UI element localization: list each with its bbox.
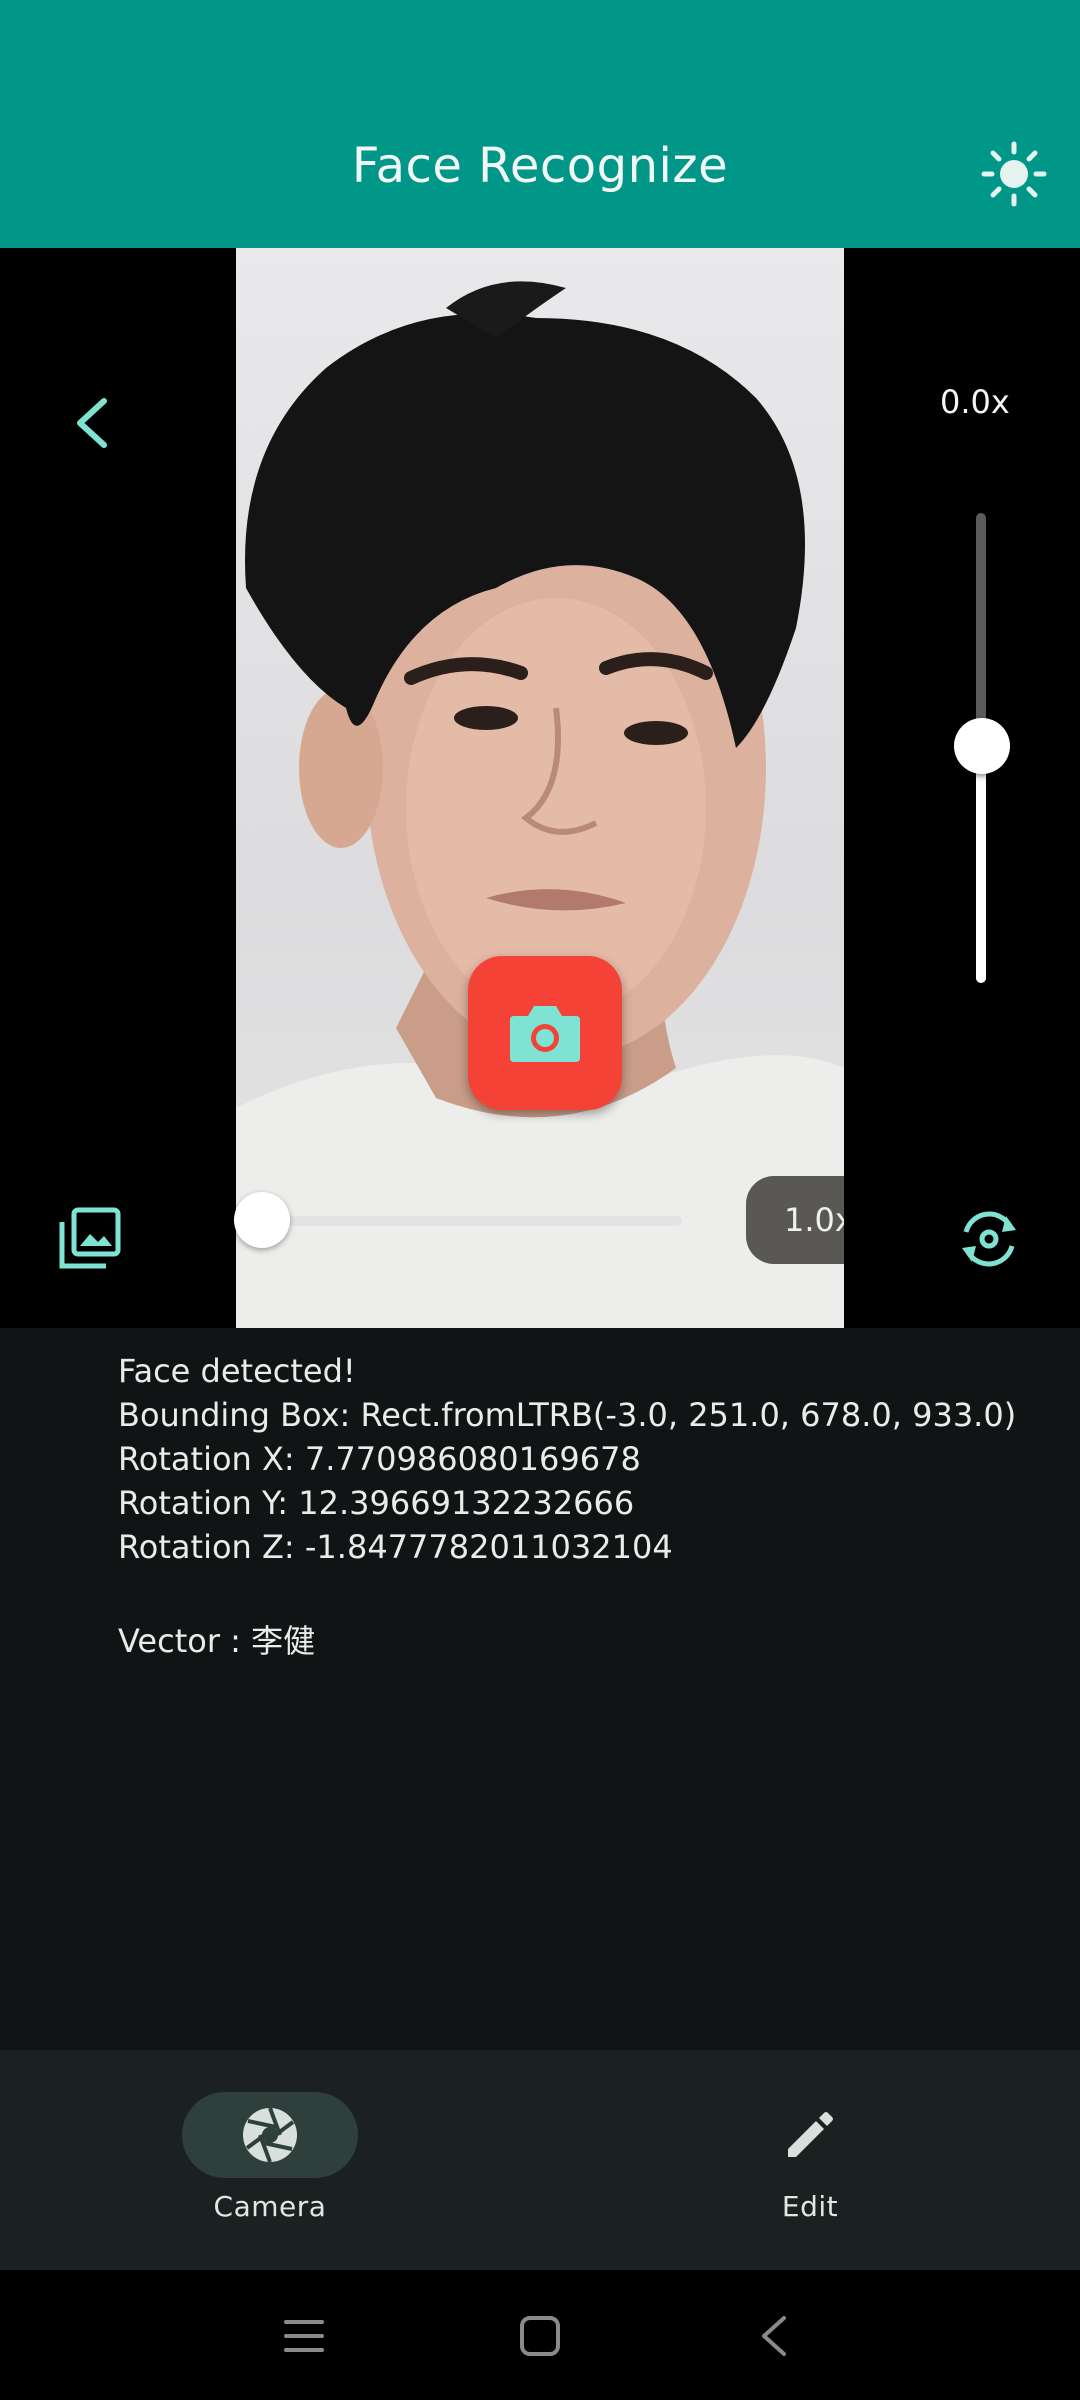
camera-feed xyxy=(236,248,844,1328)
back-icon[interactable] xyxy=(752,2314,796,2358)
camera-switch-icon[interactable] xyxy=(956,1206,1022,1272)
detection-result-panel: Face detected! Bounding Box: Rect.fromLT… xyxy=(0,1328,1080,2050)
camera-preview-area: 0.0x 1.0x xyxy=(0,248,1080,1328)
bottom-navigation: Camera Edit xyxy=(0,2050,1080,2270)
app-bar: Face Recognize xyxy=(0,0,1080,248)
nav-camera-indicator xyxy=(182,2092,358,2178)
rotation-z-text: Rotation Z: -1.8477782011032104 xyxy=(118,1528,673,1566)
gallery-icon[interactable] xyxy=(58,1206,122,1270)
zoom-chip[interactable]: 1.0x xyxy=(746,1176,844,1264)
exposure-slider-thumb[interactable] xyxy=(954,718,1010,774)
nav-item-edit[interactable]: Edit xyxy=(690,2050,990,2270)
home-icon[interactable] xyxy=(518,2314,562,2358)
exposure-slider-fill xyxy=(976,747,986,983)
nav-label-camera: Camera xyxy=(213,2190,327,2223)
face-image xyxy=(236,281,844,1328)
rotation-x-text: Rotation X: 7.770986080169678 xyxy=(118,1440,641,1478)
menu-icon[interactable] xyxy=(282,2314,326,2358)
zoom-value-label: 0.0x xyxy=(940,383,1010,421)
pencil-icon xyxy=(788,2112,833,2157)
nav-label-edit: Edit xyxy=(781,2190,839,2223)
system-navigation-bar xyxy=(0,2270,1080,2400)
vector-name-text: Vector : 李健 xyxy=(118,1622,316,1660)
chevron-left-icon[interactable] xyxy=(64,393,118,453)
aperture-icon xyxy=(243,2107,297,2163)
sun-icon[interactable] xyxy=(980,140,1048,208)
face-detected-text: Face detected! xyxy=(118,1352,356,1390)
app-title: Face Recognize xyxy=(351,138,729,194)
nav-edit-indicator xyxy=(722,2092,898,2178)
zoom-slider-thumb[interactable] xyxy=(234,1192,290,1248)
nav-item-camera[interactable]: Camera xyxy=(150,2050,450,2270)
zoom-slider-track[interactable] xyxy=(262,1216,682,1226)
capture-button[interactable] xyxy=(468,956,622,1110)
rotation-y-text: Rotation Y: 12.39669132232666 xyxy=(118,1484,635,1522)
bounding-box-text: Bounding Box: Rect.fromLTRB(-3.0, 251.0,… xyxy=(118,1396,1017,1434)
camera-icon xyxy=(510,1006,580,1062)
